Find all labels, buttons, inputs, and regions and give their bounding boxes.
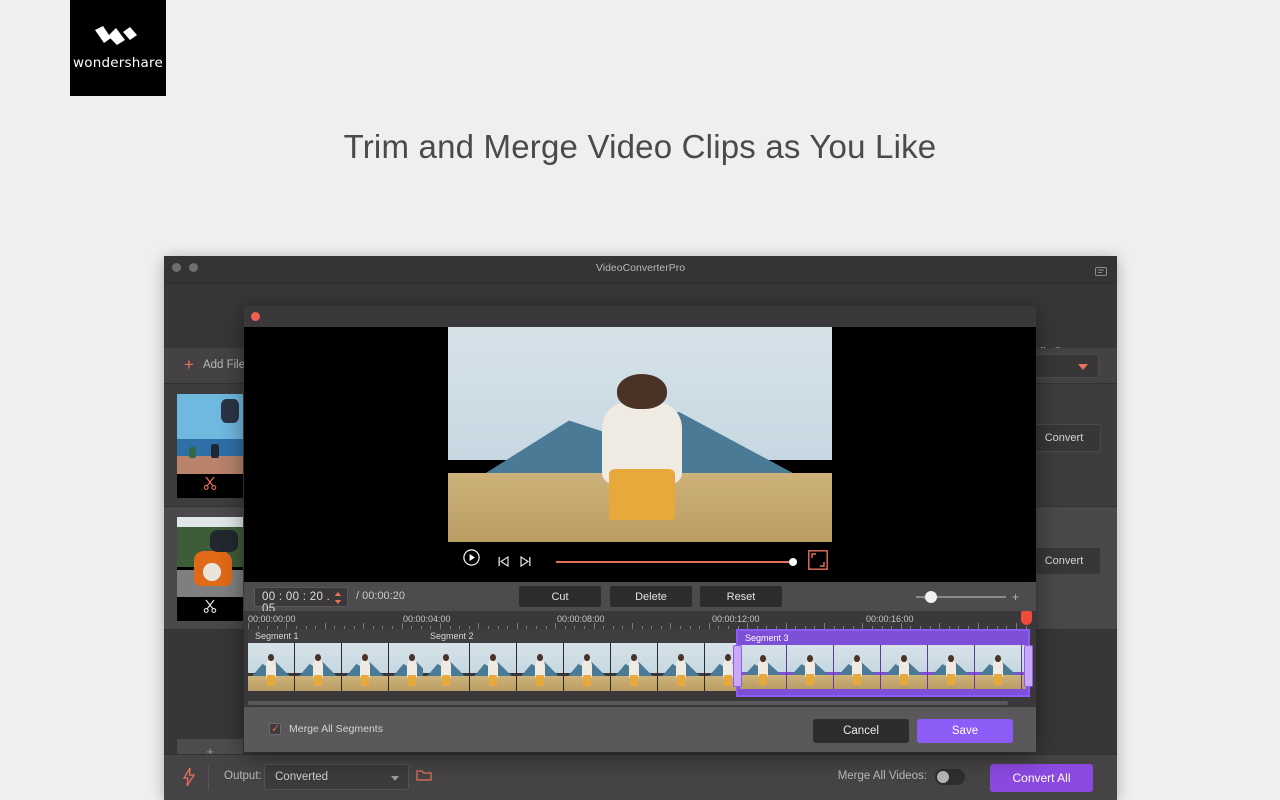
app-title: VideoConverterPro [595,262,686,274]
filmstrip [423,643,736,691]
scissors-icon[interactable] [177,476,243,494]
filmstrip-frame [975,645,1022,689]
timeline-scrollbar[interactable] [248,701,1008,705]
filmstrip-frame [658,643,705,691]
wondershare-logo: wondershare [70,0,166,96]
merge-all-videos-label: Merge All Videos: [837,770,927,782]
filmstrip-frame [705,643,736,691]
play-button[interactable] [463,549,480,571]
ruler-tick-label: 00:00:16:00 [866,614,914,624]
divider [208,766,209,790]
save-button[interactable]: Save [917,719,1013,743]
page-title: Trim and Merge Video Clips as You Like [343,128,937,165]
segment-1[interactable]: Segment 1 [248,629,423,697]
filmstrip-frame [928,645,975,689]
caret-down-icon [1078,364,1088,370]
filmstrip-frame [248,643,295,691]
seek-handle[interactable] [789,558,797,566]
player-controls [244,542,1036,582]
output-value: Converted [275,771,329,783]
segment-3[interactable]: Segment 3 [736,629,1030,697]
folder-icon[interactable] [416,768,432,787]
segment-start-handle[interactable] [733,645,742,687]
merge-all-segments-checkbox[interactable]: ✓ Merge All Segments [269,723,383,735]
cut-button[interactable]: Cut [519,586,601,607]
reset-button[interactable]: Reset [700,586,782,607]
filmstrip-frame [787,645,834,689]
plus-icon: + [184,355,194,374]
checkbox-box: ✓ [269,723,281,735]
page-root: wondershare Trim and Merge Video Clips a… [0,0,1280,800]
total-time-label: / 00:00:20 [356,590,405,602]
playhead-marker[interactable] [1021,611,1032,625]
ruler-tick-label: 00:00:00:00 [248,614,296,624]
skip-previous-icon[interactable] [498,554,509,572]
filmstrip-frame [881,645,928,689]
timeline-ruler[interactable]: 00:00:00:00 00:00:04:00 00:00:08:00 00:0… [244,611,1036,629]
wondershare-w-mark [95,25,137,45]
delete-button[interactable]: Delete [610,586,692,607]
filmstrip-frame [834,645,881,689]
segment-2[interactable]: Segment 2 [423,629,736,697]
segment-label: Segment 3 [745,633,789,643]
chat-bubble-icon[interactable] [1095,264,1107,282]
convert-all-button[interactable]: Convert All [990,764,1093,792]
trim-dialog: 00 : 00 : 20 . 05 / 00:00:20 Cut Delete … [244,306,1036,752]
segment-end-handle[interactable] [1024,645,1033,687]
stepper-updown-icon[interactable] [334,591,342,610]
lightning-bolt-icon[interactable] [182,767,196,791]
wondershare-wordmark: wondershare [73,54,163,71]
filmstrip [740,645,1026,689]
filmstrip-frame [740,645,787,689]
convert-button[interactable]: Convert [1027,424,1101,452]
check-icon: ✓ [271,723,281,735]
cancel-button[interactable]: Cancel [813,719,909,743]
segment-label: Segment 1 [248,629,423,643]
skip-next-icon[interactable] [520,554,531,572]
filmstrip [248,643,423,691]
fullscreen-icon[interactable] [808,550,828,575]
seek-bar[interactable] [556,561,794,563]
file-thumbnail[interactable] [177,517,243,621]
zoom-in-button[interactable]: + [1012,591,1019,603]
thumbnail-image [177,394,243,474]
window-title-bar: VideoConverterPro [164,256,1117,284]
ruler-tick-label: 00:00:12:00 [712,614,760,624]
current-time-input[interactable]: 00 : 00 : 20 . 05 [254,587,348,615]
zoom-slider-handle[interactable] [925,591,937,603]
merge-all-videos-toggle[interactable] [935,769,965,785]
filmstrip-frame [470,643,517,691]
filmstrip-frame [564,643,611,691]
filmstrip-frame [611,643,658,691]
filmstrip-frame [342,643,389,691]
add-file-button[interactable]: + Add File [184,355,246,374]
filmstrip-frame [517,643,564,691]
ruler-tick-label: 00:00:04:00 [403,614,451,624]
timeline-toolbar: 00 : 00 : 20 . 05 / 00:00:20 Cut Delete … [244,582,1036,615]
close-icon[interactable] [251,312,260,321]
segment-label: Segment 2 [423,629,736,643]
scissors-icon[interactable] [177,599,243,617]
filmstrip-frame [423,643,470,691]
output-label: Output: [224,770,262,782]
merge-all-segments-label: Merge All Segments [289,723,383,735]
ruler-tick-label: 00:00:08:00 [557,614,605,624]
thumbnail-image [177,517,243,597]
dialog-footer: ✓ Merge All Segments Cancel Save [244,707,1036,752]
filmstrip-frame [389,643,423,691]
app-bottom-bar: Output: Converted Merge All Videos: Conv… [164,754,1117,800]
filmstrip-frame [295,643,342,691]
toggle-knob [937,771,949,783]
file-thumbnail[interactable] [177,394,243,498]
dialog-title-bar [244,306,1036,327]
convert-button[interactable]: Convert [1027,547,1101,575]
segment-timeline: Segment 1 Segment 2 Segment 3 [244,629,1036,707]
output-dropdown[interactable]: Converted [264,764,409,790]
preview-frame[interactable] [448,327,832,542]
add-file-label: Add File [202,359,246,371]
caret-down-icon [391,776,399,781]
video-preview [244,327,1036,582]
